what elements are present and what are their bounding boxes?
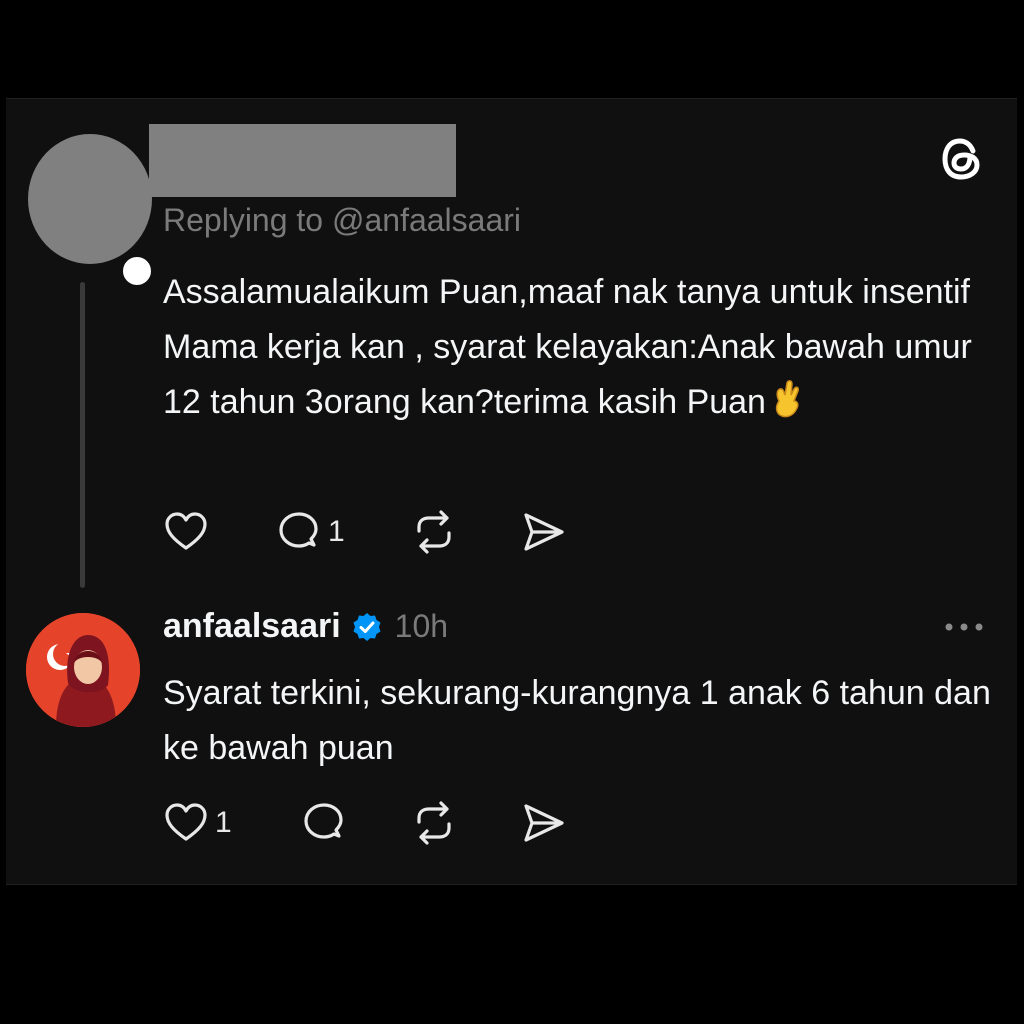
comment-icon	[279, 512, 318, 548]
crossed-fingers-emoji	[775, 380, 799, 418]
author-avatar[interactable]	[26, 613, 140, 727]
thread-connector-line	[80, 282, 85, 588]
author-name[interactable]: anfaalsaari	[163, 607, 341, 646]
author-row: anfaalsaari 10h	[163, 607, 448, 646]
post-time: 10h	[394, 608, 449, 644]
redacted-avatar[interactable]	[28, 134, 154, 288]
repost-button[interactable]	[411, 509, 457, 555]
comment-icon	[304, 803, 343, 839]
thread-card: Replying to @anfaalsaari Assalamualaikum…	[6, 98, 1017, 885]
like-count: 1	[215, 806, 232, 839]
repost-icon	[417, 510, 451, 554]
like-button[interactable]	[163, 509, 215, 555]
threads-logo-icon[interactable]	[939, 136, 985, 182]
reply-text: Syarat terkini, sekurang-kurangnya 1 ana…	[163, 674, 991, 767]
like-button[interactable]: 1	[163, 800, 232, 846]
more-dots-icon[interactable]	[943, 621, 985, 633]
send-icon	[524, 804, 564, 842]
profile-photo	[26, 613, 140, 727]
redacted-username	[149, 124, 456, 197]
replying-to-label[interactable]: Replying to @anfaalsaari	[163, 202, 521, 239]
repost-icon	[417, 801, 451, 845]
post-body: Assalamualaikum Puan,maaf nak tanya untu…	[163, 265, 1003, 430]
avatar-redaction	[28, 134, 152, 264]
share-button[interactable]	[521, 800, 567, 846]
heart-icon	[165, 512, 207, 550]
reply-count: 1	[328, 515, 345, 548]
reply-button[interactable]: 1	[276, 509, 345, 555]
send-icon	[524, 513, 564, 551]
verified-badge-icon	[353, 612, 381, 641]
share-button[interactable]	[521, 509, 567, 555]
follow-badge[interactable]	[120, 254, 154, 288]
heart-icon	[165, 803, 207, 841]
reply-button[interactable]	[301, 800, 353, 846]
post-text: Assalamualaikum Puan,maaf nak tanya untu…	[163, 273, 972, 421]
repost-button[interactable]	[411, 800, 457, 846]
